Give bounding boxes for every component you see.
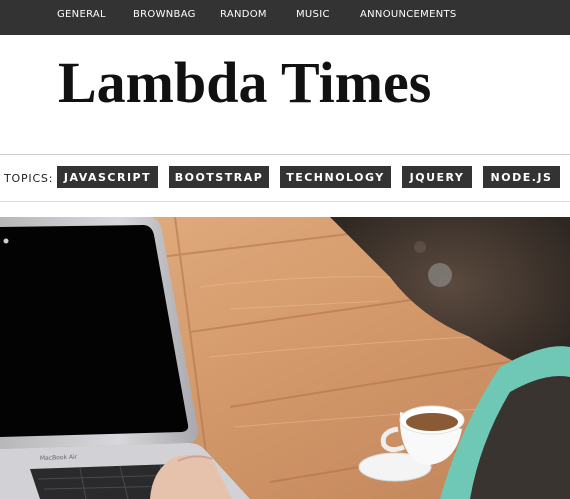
tab-javascript[interactable]: JAVASCRIPT — [57, 166, 158, 188]
site-title: Lambda Times — [58, 50, 432, 115]
nav-link-general[interactable]: GENERAL — [57, 9, 106, 20]
topics-bar: TOPICS: JAVASCRIPT BOOTSTRAP TECHNOLOGY … — [0, 155, 570, 202]
top-navigation-bar: GENERAL BROWNBAG RANDOM MUSIC ANNOUNCEME… — [0, 0, 570, 35]
nav-link-music[interactable]: MUSIC — [296, 9, 330, 20]
hero-photo: MacBook Air — [0, 217, 570, 499]
laptop-brand-label: MacBook Air — [40, 454, 78, 462]
nav-link-announcements[interactable]: ANNOUNCEMENTS — [360, 9, 457, 20]
coffee — [406, 413, 458, 431]
tab-technology[interactable]: TECHNOLOGY — [280, 166, 391, 188]
background-light-spot — [428, 263, 452, 287]
tab-nodejs[interactable]: NODE.JS — [483, 166, 560, 188]
topics-label: TOPICS: — [4, 172, 54, 185]
topics-divider — [0, 201, 570, 202]
nav-link-brownbag[interactable]: BROWNBAG — [133, 9, 196, 20]
laptop-desk-illustration: MacBook Air — [0, 217, 570, 499]
tab-jquery[interactable]: JQUERY — [402, 166, 472, 188]
screen-glare-dot — [3, 238, 9, 244]
tab-bootstrap[interactable]: BOOTSTRAP — [169, 166, 269, 188]
nav-link-random[interactable]: RANDOM — [220, 9, 267, 20]
